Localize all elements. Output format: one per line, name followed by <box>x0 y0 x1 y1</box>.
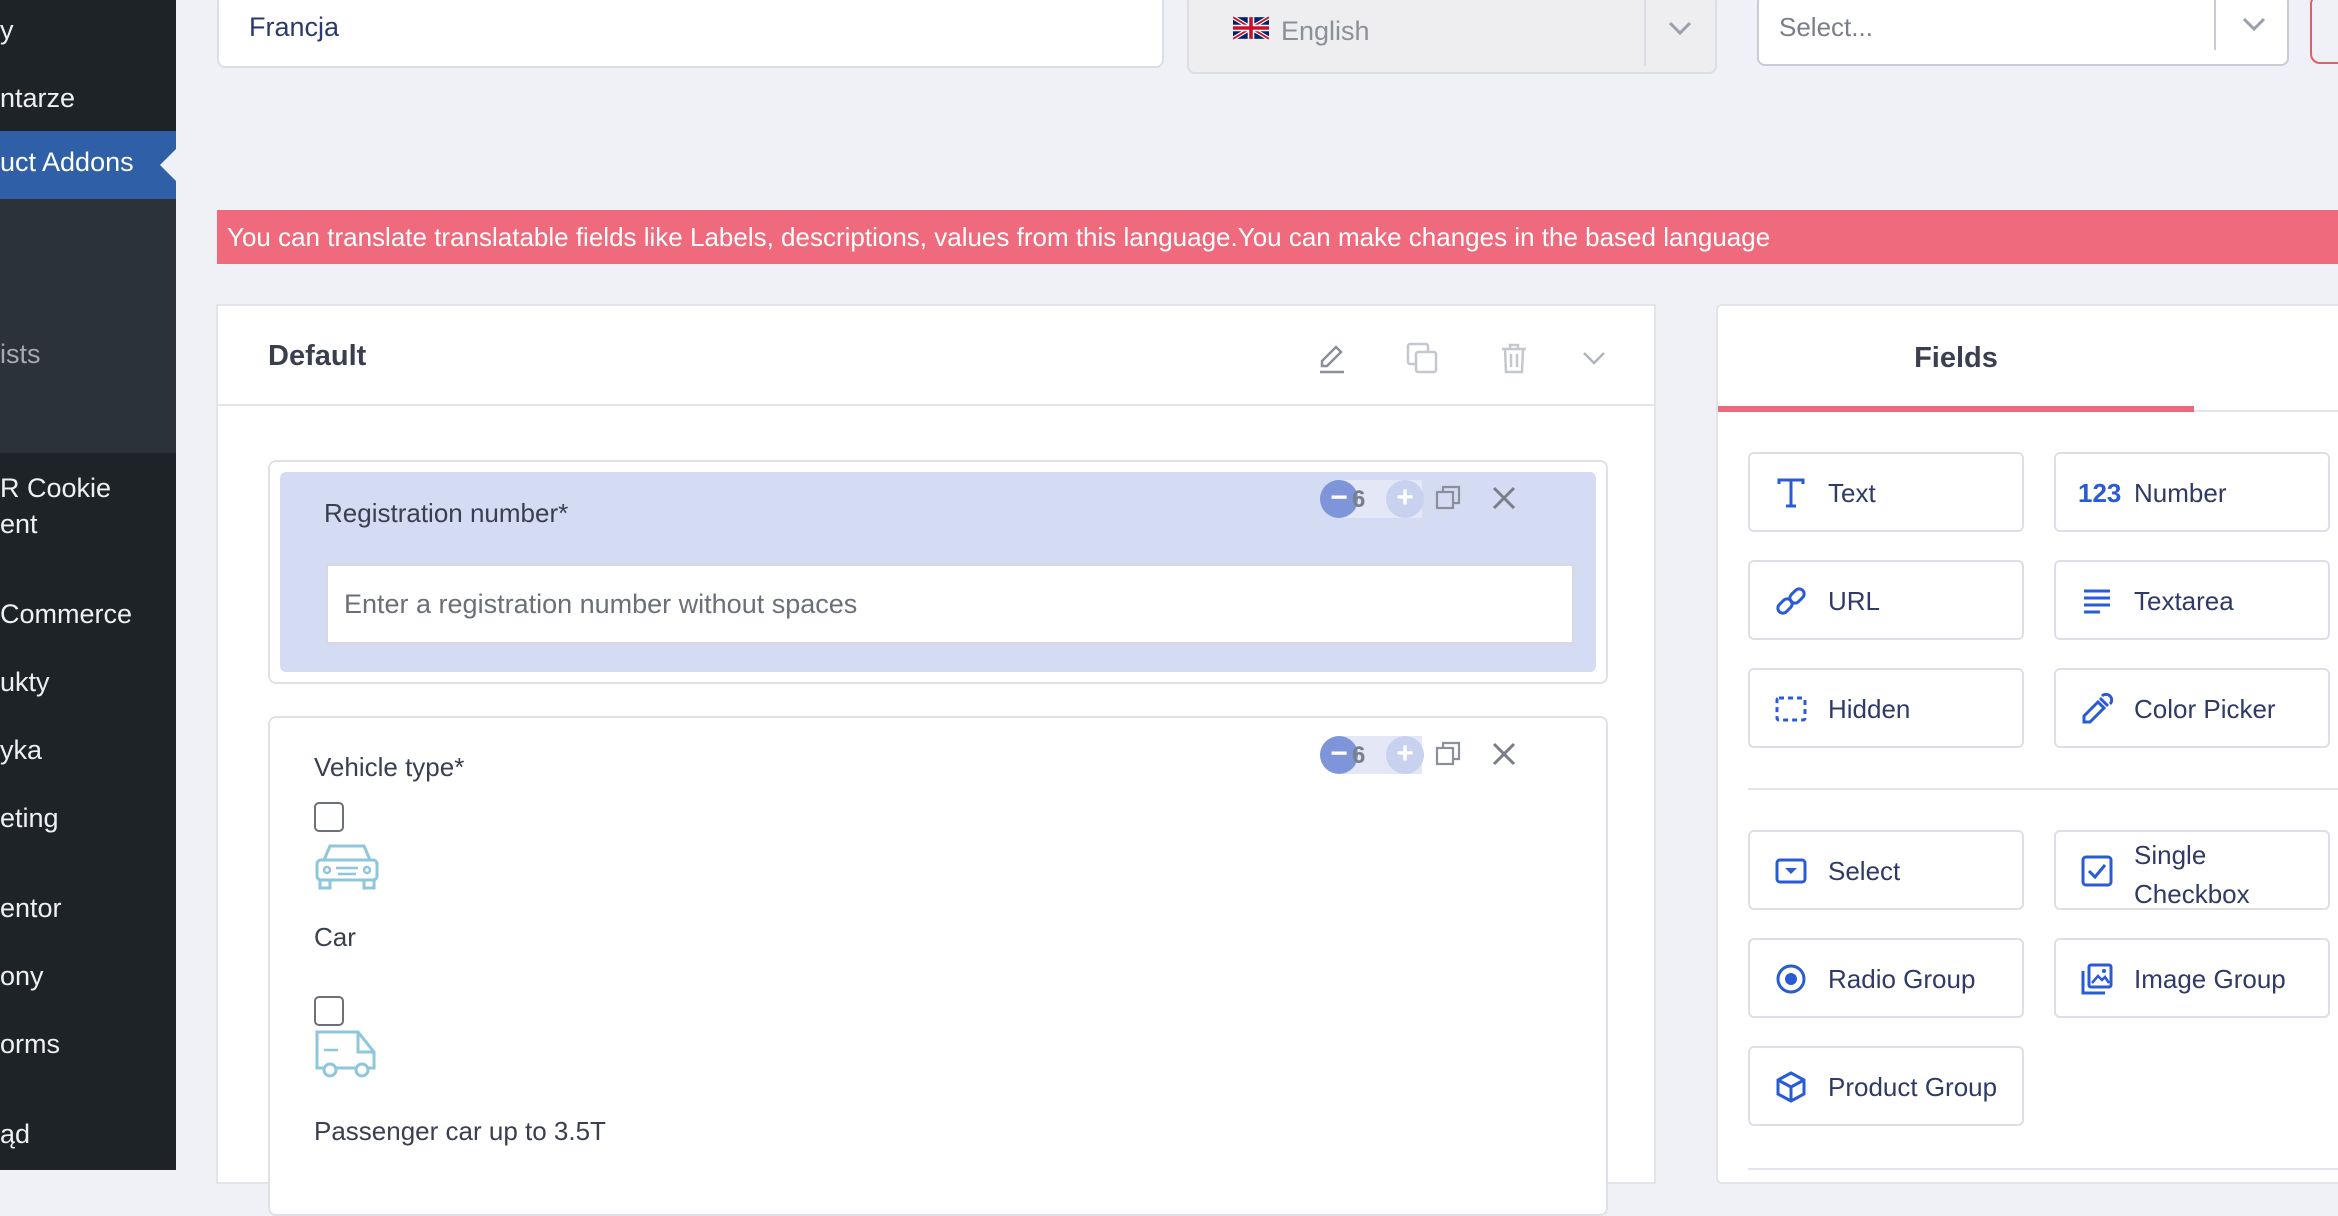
field-type-label: Textarea <box>2134 586 2234 616</box>
field-type-label: Text <box>1828 478 1876 508</box>
active-tab-underline <box>1718 406 2194 412</box>
add-product-group-field-button[interactable]: Product Group <box>1748 1046 2024 1126</box>
trash-icon[interactable] <box>1496 340 1532 376</box>
select-separator <box>2214 0 2216 50</box>
fields-palette-panel: Fields Text 123 Number URL Textarea Hidd… <box>1716 304 2338 1184</box>
add-select-field-button[interactable]: Select <box>1748 830 2024 910</box>
sidebar-item-cookie-consent-2[interactable]: ent <box>0 506 38 542</box>
option-label: Car <box>314 922 356 952</box>
field-type-label: Product Group <box>1828 1072 1998 1102</box>
field-label: Vehicle type* <box>314 752 465 782</box>
field-card-vehicle-type[interactable]: Vehicle type* − 6 + Car Passenger car up… <box>268 716 1608 1216</box>
field-type-label: Select <box>1828 856 1901 886</box>
field-type-label: Radio Group <box>1828 964 1976 994</box>
sidebar-item-pages[interactable]: y <box>0 12 14 48</box>
chevron-down-icon[interactable] <box>1576 340 1612 376</box>
sidebar-item-elementor[interactable]: entor <box>0 890 62 926</box>
chevron-down-icon <box>1668 21 1692 36</box>
sidebar-item-appearance[interactable]: ąd <box>0 1116 30 1152</box>
number-icon: 123 <box>2078 478 2122 508</box>
close-icon[interactable] <box>1490 484 1518 512</box>
sidebar-item-analytics[interactable]: yka <box>0 732 42 768</box>
field-group-header: Default <box>218 306 1654 406</box>
field-card-registration-number[interactable]: Registration number* − 6 + <box>268 460 1608 684</box>
option-label: Passenger car up to 3.5T <box>314 1116 606 1146</box>
duplicate-field-icon[interactable] <box>1434 484 1462 512</box>
eyedropper-icon <box>2082 692 2114 724</box>
add-text-field-button[interactable]: Text <box>1748 452 2024 532</box>
close-icon[interactable] <box>1490 740 1518 768</box>
sidebar-item-comments[interactable]: ntarze <box>0 80 75 116</box>
field-type-label: Single Checkbox <box>2134 840 2250 909</box>
select-placeholder: Select... <box>1779 12 1873 42</box>
sidebar-item-cookie-consent-1[interactable]: R Cookie <box>0 470 111 506</box>
duplicate-field-icon[interactable] <box>1434 740 1462 768</box>
field-type-label: Color Picker <box>2134 694 2276 724</box>
chevron-down-icon <box>2242 17 2266 32</box>
group-name-value: Francja <box>249 12 340 42</box>
sidebar-submenu <box>0 196 176 453</box>
field-group-panel: Default Registration number* − 6 <box>216 304 1656 1216</box>
secondary-select[interactable]: Select... <box>1757 0 2289 66</box>
registration-number-input[interactable] <box>326 564 1574 644</box>
field-type-label: URL <box>1828 586 1881 616</box>
registration-number-textbox[interactable] <box>328 566 1572 642</box>
car-icon <box>315 844 379 890</box>
add-hidden-field-button[interactable]: Hidden <box>1748 668 2024 748</box>
add-radio-group-field-button[interactable]: Radio Group <box>1748 938 2024 1018</box>
language-select[interactable]: English <box>1187 0 1717 74</box>
sidebar-subitem-lists[interactable]: ists <box>0 336 41 372</box>
width-value: 6 <box>1352 742 1366 769</box>
product-group-icon <box>1776 1071 1806 1103</box>
hidden-icon <box>1775 696 1807 722</box>
sidebar-item-products[interactable]: ukty <box>0 664 50 700</box>
sidebar-item-label: uct Addons <box>0 147 134 177</box>
admin-sidebar: y ntarze uct Addons ists R Cookie ent Co… <box>0 0 176 1170</box>
add-textarea-field-button[interactable]: Textarea <box>2054 560 2330 640</box>
add-url-field-button[interactable]: URL <box>1748 560 2024 640</box>
select-separator <box>1644 0 1646 66</box>
image-group-icon <box>2081 963 2113 995</box>
translation-notice-banner: You can translate translatable fields li… <box>217 210 2338 264</box>
add-single-checkbox-field-button[interactable]: Single Checkbox <box>2054 830 2330 910</box>
sidebar-item-marketing[interactable]: eting <box>0 800 59 836</box>
tab-fields[interactable]: Fields <box>1718 306 2194 410</box>
radio-icon <box>1776 964 1806 994</box>
option-checkbox-passenger-car[interactable] <box>314 996 344 1026</box>
add-color-picker-field-button[interactable]: Color Picker <box>2054 668 2330 748</box>
field-group-title: Default <box>268 340 367 372</box>
text-icon <box>1777 478 1805 508</box>
edit-icon[interactable] <box>1314 340 1350 376</box>
field-label: Registration number* <box>324 498 569 528</box>
group-name-input[interactable]: Francja <box>217 0 1164 68</box>
option-checkbox-car[interactable] <box>314 802 344 832</box>
duplicate-icon[interactable] <box>1404 340 1440 376</box>
link-icon <box>1776 587 1806 615</box>
uk-flag-icon <box>1233 16 1269 40</box>
action-button-edge[interactable] <box>2310 0 2338 64</box>
van-icon <box>315 1030 376 1078</box>
field-card-highlight: Registration number* − 6 + <box>280 472 1596 672</box>
textarea-icon <box>2084 589 2110 614</box>
add-number-field-button[interactable]: 123 Number <box>2054 452 2330 532</box>
field-type-label: Number <box>2134 478 2227 508</box>
tab-label: Fields <box>1914 342 1998 374</box>
sidebar-item-product-addons[interactable]: uct Addons <box>0 131 176 199</box>
active-indicator-arrow <box>160 149 176 181</box>
language-label: English <box>1281 16 1370 46</box>
checkbox-icon <box>2081 855 2113 887</box>
field-type-label: Hidden <box>1828 694 1911 724</box>
sidebar-item-templates[interactable]: ony <box>0 958 44 994</box>
width-value: 6 <box>1352 486 1366 513</box>
select-icon <box>1775 858 1807 884</box>
increase-width-button[interactable]: + <box>1386 480 1424 518</box>
sidebar-item-woocommerce[interactable]: Commerce <box>0 596 132 632</box>
field-type-label: Image Group <box>2134 964 2286 994</box>
increase-width-button[interactable]: + <box>1386 736 1424 774</box>
sidebar-item-forms[interactable]: orms <box>0 1026 60 1062</box>
add-image-group-field-button[interactable]: Image Group <box>2054 938 2330 1018</box>
section-divider <box>1748 788 2338 790</box>
